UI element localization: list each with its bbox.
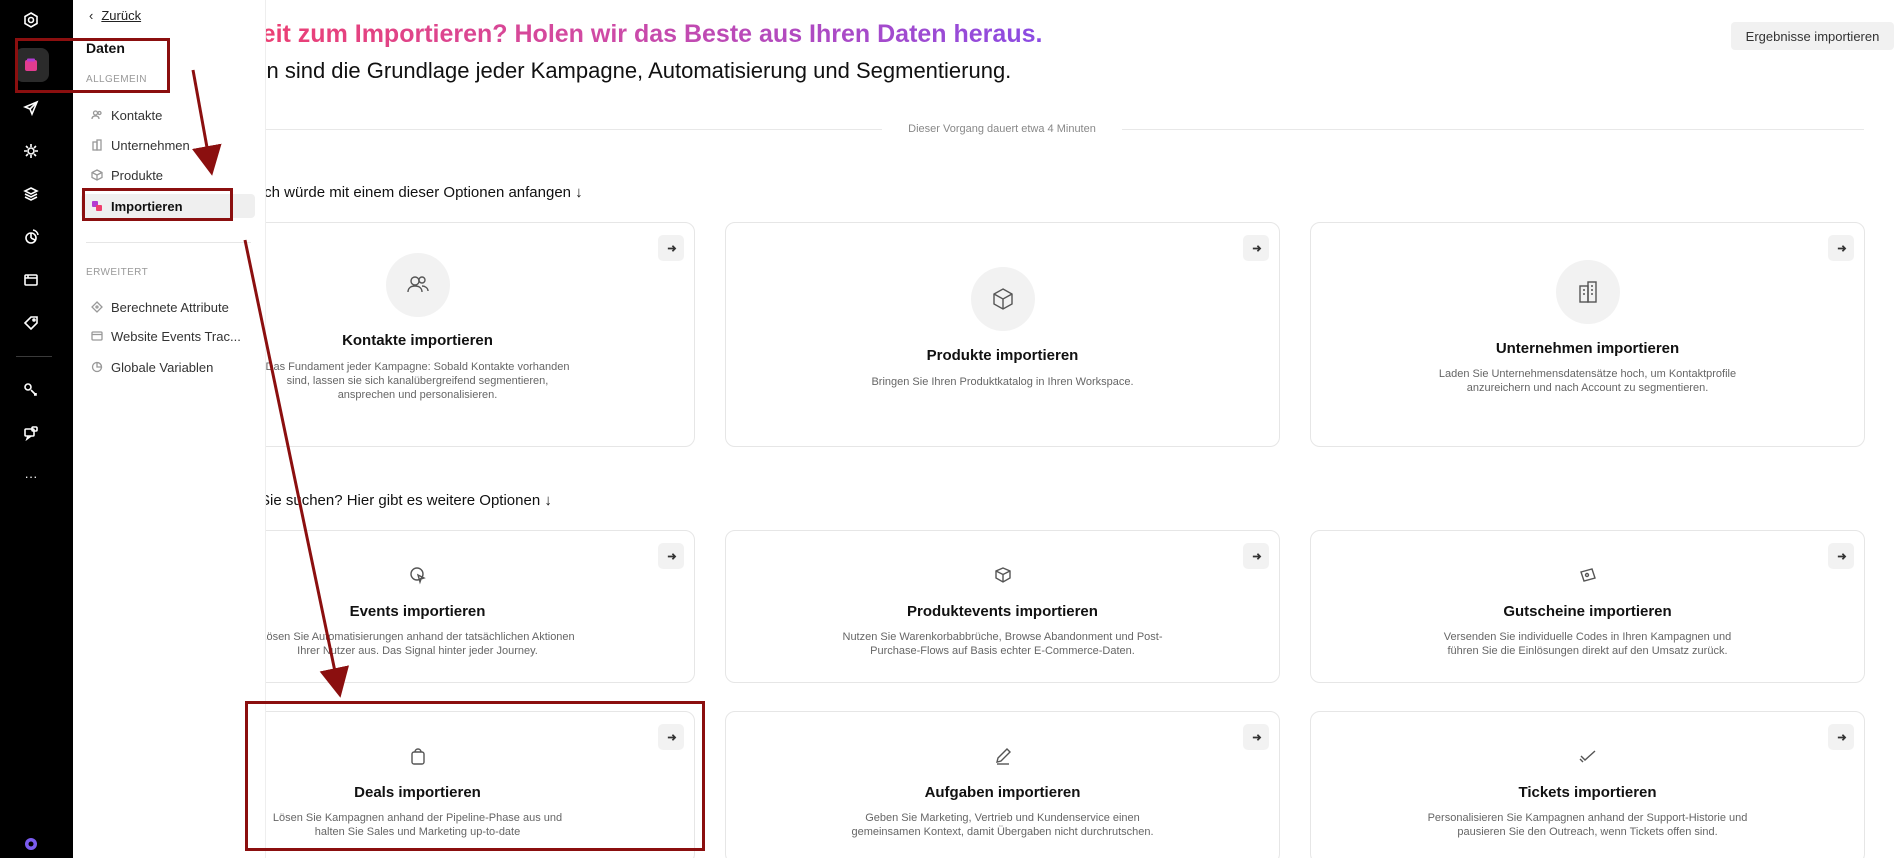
page-headline: Bereit zum Importieren? Holen wir das Be… bbox=[266, 20, 1042, 49]
back-label: Zurück bbox=[101, 8, 142, 23]
card-product-events-import[interactable]: Produktevents importieren Nutzen Sie War… bbox=[725, 530, 1280, 683]
card-description: Geben Sie Marketing, Vertrieb und Kunden… bbox=[851, 812, 1154, 838]
card-tasks-import[interactable]: Aufgaben importieren Geben Sie Marketing… bbox=[725, 711, 1280, 858]
card-title: Tickets importieren bbox=[1518, 784, 1657, 801]
integration-icon[interactable] bbox=[22, 381, 40, 399]
send-icon[interactable] bbox=[22, 99, 40, 117]
sidebar-item-products[interactable]: Produkte bbox=[81, 163, 251, 187]
automation-icon[interactable] bbox=[22, 142, 40, 160]
card-contacts-import[interactable]: Kontakte importieren Das Fundament jeder… bbox=[266, 222, 695, 447]
coupon-icon bbox=[1576, 563, 1600, 587]
chat-icon[interactable] bbox=[22, 424, 40, 442]
cursor-click-icon bbox=[406, 563, 430, 587]
duration-note: Dieser Vorgang dauert etwa 4 Minuten bbox=[882, 123, 1122, 135]
section-primary-label: Ich würde mit einem dieser Optionen anfa… bbox=[266, 184, 583, 201]
ticket-check-icon bbox=[1576, 744, 1600, 768]
rail-separator bbox=[16, 356, 52, 357]
arrow-right-icon[interactable] bbox=[658, 235, 684, 261]
card-description: Bringen Sie Ihren Produktkatalog in Ihre… bbox=[871, 376, 1134, 388]
arrow-right-icon[interactable] bbox=[658, 543, 684, 569]
sidebar-item-global-variables[interactable]: Globale Variablen bbox=[81, 355, 251, 379]
arrow-right-icon[interactable] bbox=[1243, 543, 1269, 569]
sidebar-item-label: Globale Variablen bbox=[111, 359, 214, 375]
card-companies-import[interactable]: Unternehmen importieren Laden Sie Untern… bbox=[1310, 222, 1865, 447]
arrow-right-icon[interactable] bbox=[1243, 724, 1269, 750]
annotation-box-data bbox=[15, 38, 170, 93]
card-title: Produktevents importieren bbox=[907, 603, 1098, 620]
card-title: Gutscheine importieren bbox=[1503, 603, 1672, 620]
building-icon bbox=[92, 139, 102, 151]
card-events-import[interactable]: Events importieren Lösen Sie Automatisie… bbox=[266, 530, 695, 683]
card-title: Produkte importieren bbox=[926, 347, 1079, 364]
logo-icon[interactable] bbox=[22, 11, 40, 29]
variable-icon bbox=[91, 361, 103, 373]
card-description: Lösen Sie Automatisierungen anhand der t… bbox=[266, 631, 575, 657]
card-description: Nutzen Sie Warenkorbabbrüche, Browse Aba… bbox=[842, 631, 1163, 657]
browser-icon bbox=[91, 331, 103, 341]
card-title: Unternehmen importieren bbox=[1495, 340, 1680, 357]
sidebar-separator bbox=[86, 242, 251, 243]
card-title: Aufgaben importieren bbox=[924, 784, 1081, 801]
arrow-right-icon[interactable] bbox=[1828, 724, 1854, 750]
box-icon bbox=[91, 169, 103, 181]
card-description: Das Fundament jeder Kampagne: Sobald Kon… bbox=[266, 361, 570, 401]
icon-rail: ··· bbox=[0, 0, 73, 858]
company-icon bbox=[1555, 260, 1620, 324]
boxes-icon bbox=[991, 563, 1015, 587]
sidebar-item-label: Berechnete Attribute bbox=[111, 299, 229, 315]
arrow-right-icon[interactable] bbox=[1828, 235, 1854, 261]
arrow-right-icon[interactable] bbox=[1828, 543, 1854, 569]
analytics-icon[interactable] bbox=[22, 228, 40, 246]
layers-icon[interactable] bbox=[22, 185, 40, 203]
page-subhead: Daten sind die Grundlage jeder Kampagne,… bbox=[266, 58, 1012, 83]
tag-icon[interactable] bbox=[22, 314, 40, 332]
template-icon[interactable] bbox=[22, 271, 40, 289]
card-products-import[interactable]: Produkte importieren Bringen Sie Ihren P… bbox=[725, 222, 1280, 447]
section-advanced-label: ERWEITERT bbox=[86, 267, 149, 278]
card-description: Versenden Sie individuelle Codes in Ihre… bbox=[1443, 631, 1732, 657]
annotation-box-import bbox=[82, 188, 233, 221]
formula-icon bbox=[91, 301, 103, 313]
sidebar-item-companies[interactable]: Unternehmen bbox=[81, 133, 251, 157]
section-more-label: Sie suchen? Hier gibt es weitere Optione… bbox=[266, 492, 552, 509]
data-sidebar: ‹ Zurück Daten ALLGEMEIN Kontakte Untern… bbox=[73, 0, 266, 858]
sidebar-item-website-events[interactable]: Website Events Trac... bbox=[81, 324, 251, 348]
arrow-right-icon[interactable] bbox=[1243, 235, 1269, 261]
sidebar-item-contacts[interactable]: Kontakte bbox=[81, 103, 251, 127]
contacts-icon bbox=[385, 253, 450, 317]
card-description: Personalisieren Sie Kampagnen anhand der… bbox=[1427, 812, 1748, 838]
sidebar-item-label: Unternehmen bbox=[111, 137, 190, 153]
sidebar-item-label: Produkte bbox=[111, 167, 164, 183]
card-title: Kontakte importieren bbox=[342, 332, 493, 349]
sidebar-item-label: Website Events Trac... bbox=[111, 328, 241, 344]
package-icon bbox=[970, 267, 1035, 331]
chevron-left-icon: ‹ bbox=[89, 8, 94, 23]
sidebar-item-label: Kontakte bbox=[111, 107, 163, 123]
back-link[interactable]: ‹ Zurück bbox=[89, 8, 141, 23]
more-icon[interactable]: ··· bbox=[22, 467, 40, 485]
card-title: Events importieren bbox=[349, 603, 486, 620]
divider-right bbox=[1122, 129, 1864, 130]
import-results-button[interactable]: Ergebnisse importieren bbox=[1731, 22, 1894, 50]
profile-icon[interactable] bbox=[22, 835, 40, 853]
task-pen-icon bbox=[991, 744, 1015, 768]
divider-left bbox=[266, 129, 882, 130]
annotation-box-deals bbox=[245, 701, 705, 851]
card-coupons-import[interactable]: Gutscheine importieren Versenden Sie ind… bbox=[1310, 530, 1865, 683]
sidebar-item-computed-attributes[interactable]: Berechnete Attribute bbox=[81, 295, 251, 319]
card-description: Laden Sie Unternehmensdatensätze hoch, u… bbox=[1438, 368, 1737, 394]
card-tickets-import[interactable]: Tickets importieren Personalisieren Sie … bbox=[1310, 711, 1865, 858]
users-icon bbox=[91, 110, 102, 120]
